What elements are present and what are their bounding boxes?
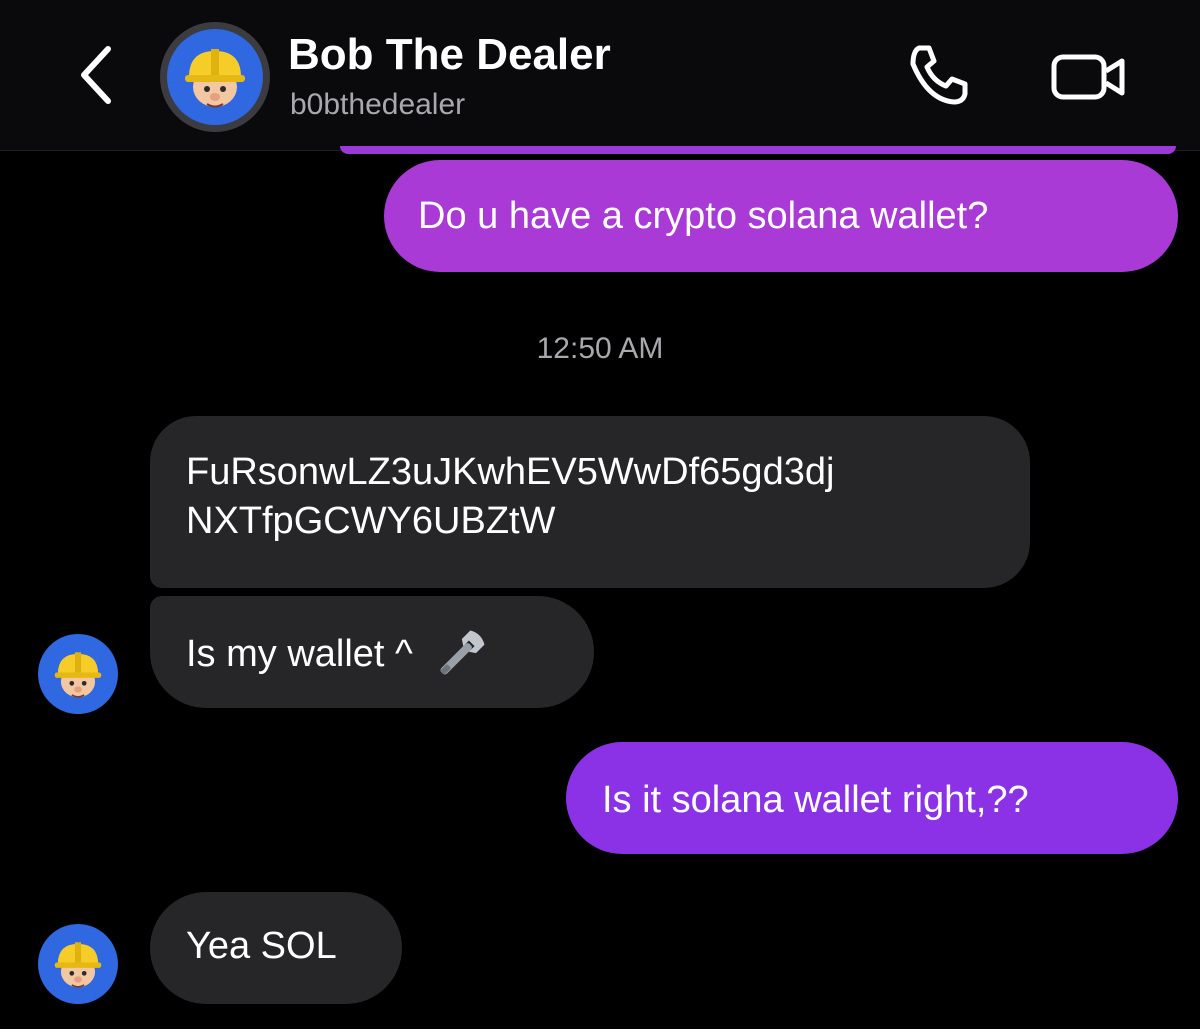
message-text: Yea SOL (186, 925, 337, 967)
chat-screen: Bob The Dealer b0bthedealer Do u have a … (0, 0, 1200, 1029)
wrench-emoji-icon (440, 630, 485, 675)
message-text-line: NXTfpGCWY6UBZtW (186, 500, 556, 543)
chevron-left-icon (81, 46, 111, 104)
builder-character-avatar-icon (54, 652, 102, 698)
contact-avatar-small[interactable] (38, 634, 118, 714)
outgoing-message[interactable]: Is it solana wallet right,?? (566, 742, 1178, 854)
contact-handle[interactable]: b0bthedealer (290, 88, 465, 122)
outgoing-message[interactable]: Do u have a crypto solana wallet? (384, 160, 1178, 272)
builder-character-avatar-icon (54, 942, 102, 988)
message-text: Is my wallet ^ (186, 633, 413, 676)
message-text-line: FuRsonwLZ3uJKwhEV5WwDf65gd3dj (186, 451, 835, 493)
video-camera-icon (1051, 54, 1125, 100)
back-button[interactable] (66, 38, 126, 112)
incoming-message[interactable]: Yea SOL (150, 892, 402, 1004)
contact-name[interactable]: Bob The Dealer (288, 30, 611, 80)
message-text: Is it solana wallet right,?? (602, 779, 1029, 821)
message-timestamp: 12:50 AM (536, 332, 664, 365)
contact-avatar[interactable] (160, 22, 270, 132)
audio-call-button[interactable] (898, 40, 978, 110)
incoming-message[interactable]: FuRsonwLZ3uJKwhEV5WwDf65gd3dj NXTfpGCWY6… (150, 416, 1030, 588)
chat-header: Bob The Dealer b0bthedealer (0, 0, 1200, 151)
message-text: Do u have a crypto solana wallet? (418, 195, 989, 237)
previous-outgoing-bubble-edge (340, 146, 1176, 154)
incoming-message[interactable]: Is my wallet ^ (150, 596, 594, 708)
video-call-button[interactable] (1044, 40, 1134, 110)
contact-avatar-small[interactable] (38, 924, 118, 1004)
phone-icon (910, 45, 968, 105)
builder-character-avatar-icon (167, 29, 263, 125)
